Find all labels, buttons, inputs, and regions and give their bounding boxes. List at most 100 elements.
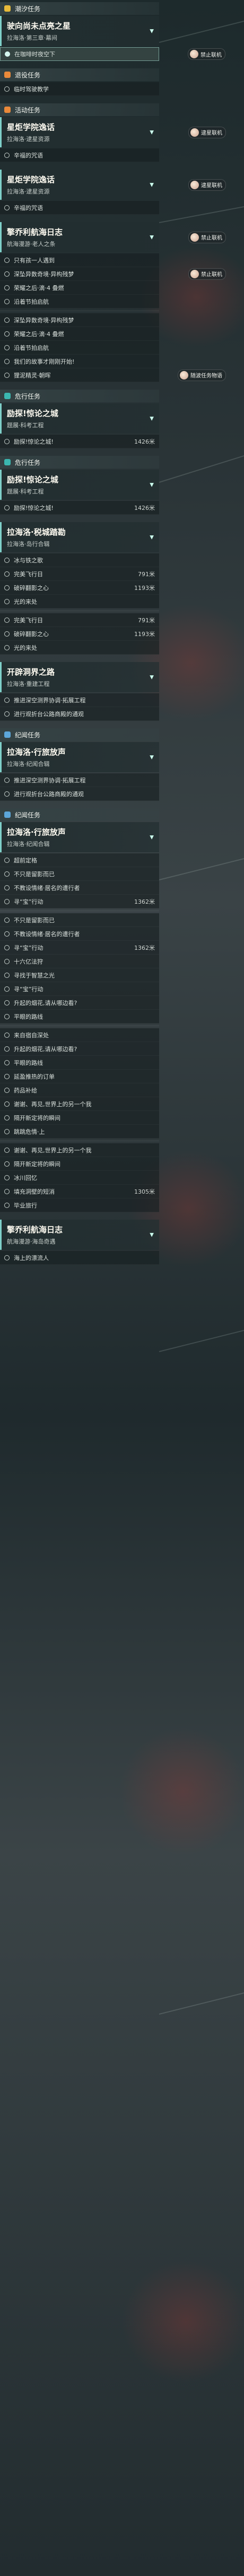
- coop-status-tag: 逮星联机: [188, 179, 226, 191]
- quest-card[interactable]: 拉海洛·行旅放声 拉海洛·纪闻合辑 ▼: [0, 742, 159, 772]
- quest-step-row[interactable]: 升起的烟花,请从哪边看?: [0, 1042, 159, 1056]
- step-status-circle-icon: [5, 51, 10, 57]
- quest-step-row[interactable]: 沿着节拍启航: [0, 295, 159, 308]
- quest-step-row[interactable]: 辛福的咒语: [0, 148, 159, 162]
- quest-step-label: 冰川回忆: [14, 1174, 37, 1181]
- quest-subtitle: 拉海洛·岛行合辑: [7, 541, 50, 548]
- quest-step-row[interactable]: 狸泥精灵·朝晖 随波任务物语: [0, 368, 226, 382]
- quest-step-row[interactable]: 平眼的路线: [0, 1056, 159, 1070]
- quest-step-row[interactable]: 荣耀之后·滴·4 叠燃: [0, 281, 159, 295]
- quest-step-row[interactable]: 破碎翻影之心 1193米: [0, 627, 159, 641]
- quest-step-row[interactable]: 不只是留影而已: [0, 913, 159, 927]
- quest-step-row[interactable]: 深坠异数奇境·异构残梦 禁止联机: [0, 267, 226, 281]
- quest-step-row[interactable]: 深坠异数奇境·异构残梦: [0, 313, 159, 327]
- quest-step-row[interactable]: 冰与铁之歌: [0, 553, 159, 567]
- quest-card[interactable]: 擎乔利航海日志 航海漫游·海岛奇遇 ▼: [0, 1220, 159, 1250]
- step-status-circle-icon: [4, 1147, 10, 1153]
- quest-step-label: 荣耀之后·滴·4 叠燃: [14, 284, 64, 292]
- quest-step-label: 冰与铁之歌: [14, 557, 43, 564]
- quest-step-row[interactable]: 沿着节拍启航: [0, 341, 159, 355]
- quest-card[interactable]: 拉海洛·行旅放声 拉海洛·纪闻合辑 ▼: [0, 822, 159, 852]
- quest-step-row[interactable]: 励探!惊论之城! 1426米: [0, 435, 159, 448]
- quest-card[interactable]: 驶向尚未点亮之星 拉海洛·第三章·幕间 ▼: [0, 16, 159, 46]
- distance-readout: 1193米: [134, 630, 155, 638]
- quest-step-row[interactable]: 完美飞行日 791米: [0, 613, 159, 627]
- quest-card[interactable]: 励探!惊论之城 题展·科考工程 ▼: [0, 470, 159, 500]
- quest-step-label: 海上的漂流人: [14, 1254, 49, 1261]
- quest-step-row[interactable]: 励探!惊论之城! 1426米: [0, 501, 159, 515]
- quest-step-row[interactable]: 只有孩一人遇到: [0, 253, 159, 267]
- quest-step-row[interactable]: 临时驾驶教学: [0, 82, 159, 96]
- step-status-circle-icon: [4, 972, 10, 978]
- quest-step-label: 光的来处: [14, 644, 37, 651]
- quest-step-row[interactable]: 光的来处: [0, 641, 159, 655]
- step-status-circle-icon: [4, 645, 10, 650]
- quest-step-row[interactable]: 延盈推热的订单: [0, 1070, 159, 1083]
- quest-step-row[interactable]: 寻“宝”行动: [0, 982, 159, 996]
- quest-step-row[interactable]: 我们的故事才刚刚开始!: [0, 355, 159, 368]
- quest-step-label: 寻“宝”行动: [14, 898, 43, 905]
- quest-step-row[interactable]: 在咖啡时夜空下 禁止联机: [0, 47, 225, 61]
- step-status-circle-icon: [4, 931, 10, 937]
- step-status-circle-icon: [4, 1202, 10, 1208]
- companion-avatar-icon: [190, 233, 199, 242]
- quest-card[interactable]: 拉海洛·税城踏勘 拉海洛·岛行合辑 ▼: [0, 522, 159, 552]
- quest-step-row[interactable]: 进行观折台公路商殿的通观: [0, 707, 159, 721]
- quest-step-row[interactable]: 荣耀之后·滴·4 叠燃: [0, 327, 159, 341]
- quest-step-row[interactable]: 不教设情绪·居名的遭行者: [0, 881, 159, 895]
- quest-step-row[interactable]: 寻找于智慧之光: [0, 968, 159, 982]
- quest-step-row[interactable]: 寻“宝”行动 1362米: [0, 895, 159, 908]
- step-status-circle-icon: [4, 898, 10, 904]
- quest-step-row[interactable]: 不只是留影而已: [0, 867, 159, 881]
- step-status-circle-icon: [4, 1115, 10, 1121]
- chevron-down-icon: ▼: [150, 1232, 154, 1238]
- quest-step-label: 辛福的咒语: [14, 152, 43, 159]
- quest-step-row[interactable]: 填充洞壁的短消 1305米: [0, 1185, 159, 1198]
- step-status-circle-icon: [4, 598, 10, 604]
- quest-title: 拉海洛·行旅放声: [7, 747, 66, 757]
- quest-step-row[interactable]: 谢谢、再见,世界上的另一个我: [0, 1143, 159, 1157]
- step-status-circle-icon: [4, 345, 10, 350]
- quest-card[interactable]: 星炬学院逸话 拉海洛·逮星资源 ▼ 逮星联机: [0, 170, 226, 200]
- quest-step-row[interactable]: 冰川回忆: [0, 1171, 159, 1185]
- step-status-circle-icon: [4, 697, 10, 703]
- quest-step-row[interactable]: 来自宿自深处: [0, 1028, 159, 1042]
- quest-step-row[interactable]: 隔开新定将的瞬间: [0, 1157, 159, 1171]
- quest-subtitle: 题展·科考工程: [7, 488, 44, 495]
- quest-step-label: 不只是留影而已: [14, 916, 55, 924]
- quest-step-row[interactable]: 平眼的路线: [0, 1010, 159, 1024]
- quest-step-row[interactable]: 寻“宝”行动 1362米: [0, 941, 159, 955]
- quest-step-label: 超前定格: [14, 857, 37, 864]
- quest-card[interactable]: 星炬学院逸话 拉海洛·逮星资源 ▼ 逮星联机: [0, 117, 226, 147]
- step-status-circle-icon: [4, 271, 10, 277]
- quest-title: 星炬学院逸话: [7, 122, 55, 132]
- quest-card[interactable]: 励探!惊论之城 题展·科考工程 ▼: [0, 403, 159, 434]
- step-status-circle-icon: [4, 505, 10, 510]
- quest-step-label: 完美飞行日: [14, 616, 43, 624]
- quest-step-row[interactable]: 药品补给: [0, 1083, 159, 1097]
- step-status-circle-icon: [4, 1013, 10, 1019]
- quest-step-row[interactable]: 海上的漂流人: [0, 1251, 159, 1265]
- quest-section-5: 危行任务 励探!惊论之城 题展·科考工程 ▼ 励探!惊论之城! 1426米: [0, 390, 159, 448]
- quest-card[interactable]: 开辟洞界之路 拉海洛·重建工程 ▼: [0, 662, 159, 692]
- quest-step-row[interactable]: 光的来处: [0, 595, 159, 608]
- quest-step-row[interactable]: 辛福的咒语: [0, 201, 159, 215]
- quest-step-row[interactable]: 推进深空测界协调·拓展工程: [0, 693, 159, 707]
- quest-card[interactable]: 擎乔利航海日志 航海漫游·老人之条 ▼ 禁止联机: [0, 222, 226, 252]
- quest-step-row[interactable]: 隔开新定将的瞬间: [0, 1111, 159, 1125]
- quest-step-row[interactable]: 完美飞行日 791米: [0, 567, 159, 581]
- chevron-down-icon: ▼: [150, 482, 154, 488]
- quest-step-row[interactable]: 不教设情绪·居名的遭行者: [0, 927, 159, 941]
- quest-step-row[interactable]: 进行观折台公路商殿的通观: [0, 787, 159, 801]
- quest-step-label: 励探!惊论之城!: [14, 504, 54, 511]
- quest-step-row[interactable]: 跳跳危情·上: [0, 1125, 159, 1139]
- distance-readout: 1305米: [134, 1188, 155, 1195]
- quest-step-row[interactable]: 十六亿法狩: [0, 955, 159, 968]
- quest-step-row[interactable]: 升起的烟花,请从哪边看?: [0, 996, 159, 1010]
- quest-step-row[interactable]: 破碎翻影之心 1193米: [0, 581, 159, 595]
- quest-step-row[interactable]: 超前定格: [0, 853, 159, 867]
- quest-subtitle: 拉海洛·纪闻合辑: [7, 841, 50, 848]
- quest-step-row[interactable]: 推进深空测界协调·拓展工程: [0, 773, 159, 787]
- quest-step-row[interactable]: 谢谢、再见,世界上的另一个我: [0, 1097, 159, 1111]
- quest-step-row[interactable]: 毕业旅行: [0, 1198, 159, 1212]
